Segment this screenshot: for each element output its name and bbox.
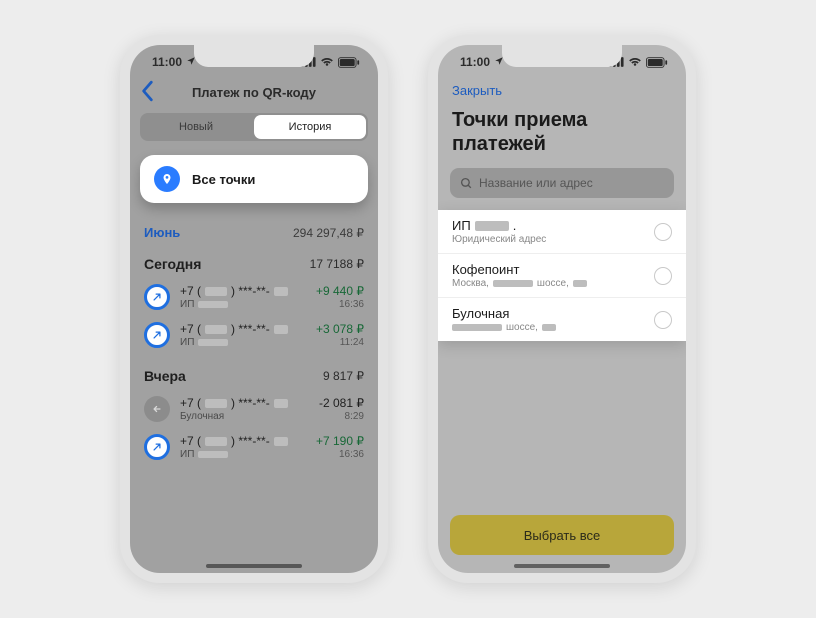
notch [194, 45, 314, 67]
group-name: Вчера [144, 368, 186, 384]
home-indicator[interactable] [514, 564, 610, 568]
group-total: 9 817 ₽ [323, 369, 364, 383]
tab-history[interactable]: История [254, 115, 366, 139]
option-row[interactable]: Кофепоинт Москва,шоссе, [438, 254, 686, 298]
txn-source: ИП [180, 299, 306, 310]
month-name[interactable]: Июнь [144, 225, 180, 240]
battery-icon [646, 57, 668, 68]
search-input[interactable]: Название или адрес [450, 168, 674, 198]
txn-phone: +7 () ***-**- [180, 434, 306, 448]
search-icon [460, 177, 473, 190]
status-time: 11:00 [460, 55, 490, 69]
arrow-up-icon [144, 322, 170, 348]
back-chevron-icon[interactable] [140, 80, 156, 107]
txn-amount: +7 190 ₽ [316, 434, 364, 448]
txn-amount: +3 078 ₽ [316, 322, 364, 336]
segmented-control[interactable]: Новый История [140, 113, 368, 141]
group-name: Сегодня [144, 256, 201, 272]
txn-source: ИП [180, 449, 306, 460]
arrow-up-icon [144, 284, 170, 310]
month-row[interactable]: Июнь 294 297,48 ₽ [130, 217, 378, 242]
transaction-row[interactable]: +7 () ***-**- ИП +9 440 ₽ 16:36 [130, 278, 378, 316]
close-link[interactable]: Закрыть [438, 79, 686, 102]
wifi-icon [320, 57, 334, 67]
option-subtitle: Москва,шоссе, [452, 278, 587, 289]
option-row[interactable]: Булочная шоссе, [438, 298, 686, 341]
group-total: 17 7188 ₽ [310, 257, 364, 271]
pin-icon [154, 166, 180, 192]
txn-source: Булочная [180, 411, 309, 422]
transaction-row[interactable]: +7 () ***-**- ИП +7 190 ₽ 16:36 [130, 428, 378, 466]
all-points-label: Все точки [192, 172, 255, 187]
option-row[interactable]: ИП. Юридический адрес [438, 210, 686, 254]
screen-right: 11:00 Закрыть Точки приема платежей Назв… [438, 45, 686, 573]
screen-left: 11:00 Платеж по QR-коду Новый История [130, 45, 378, 573]
phone-left: 11:00 Платеж по QR-коду Новый История [120, 35, 388, 583]
transaction-row[interactable]: +7 () ***-**- ИП +3 078 ₽ 11:24 [130, 316, 378, 354]
group-header: Сегодня 17 7188 ₽ [130, 242, 378, 278]
home-indicator[interactable] [206, 564, 302, 568]
option-subtitle: Юридический адрес [452, 234, 546, 245]
transaction-row[interactable]: +7 () ***-**- Булочная -2 081 ₽ 8:29 [130, 390, 378, 428]
txn-phone: +7 () ***-**- [180, 322, 306, 336]
txn-time: 16:36 [316, 449, 364, 460]
tab-new[interactable]: Новый [140, 113, 252, 141]
options-list: ИП. Юридический адрес Кофепоинт Москва,ш… [438, 210, 686, 341]
arrow-up-icon [144, 434, 170, 460]
phone-right: 11:00 Закрыть Точки приема платежей Назв… [428, 35, 696, 583]
txn-time: 11:24 [316, 337, 364, 348]
option-subtitle: шоссе, [452, 322, 556, 333]
notch [502, 45, 622, 67]
txn-phone: +7 () ***-**- [180, 284, 306, 298]
nav-bar: Платеж по QR-коду [130, 77, 378, 107]
option-title: Булочная [452, 306, 556, 321]
radio-icon[interactable] [654, 267, 672, 285]
txn-source: ИП [180, 337, 306, 348]
option-title: ИП. [452, 218, 546, 233]
page-title: Платеж по QR-коду [192, 85, 316, 100]
battery-icon [338, 57, 360, 68]
radio-icon[interactable] [654, 223, 672, 241]
txn-time: 16:36 [316, 299, 364, 310]
search-placeholder: Название или адрес [479, 176, 593, 190]
status-time: 11:00 [152, 55, 182, 69]
arrow-left-icon [144, 396, 170, 422]
group-header: Вчера 9 817 ₽ [130, 354, 378, 390]
select-all-button[interactable]: Выбрать все [450, 515, 674, 555]
txn-phone: +7 () ***-**- [180, 396, 309, 410]
page-title: Точки приема платежей [438, 102, 686, 168]
radio-icon[interactable] [654, 311, 672, 329]
wifi-icon [628, 57, 642, 67]
all-points-card[interactable]: Все точки [140, 155, 368, 203]
txn-time: 8:29 [319, 411, 364, 422]
option-title: Кофепоинт [452, 262, 587, 277]
txn-amount: -2 081 ₽ [319, 396, 364, 410]
month-total: 294 297,48 ₽ [293, 226, 364, 240]
txn-amount: +9 440 ₽ [316, 284, 364, 298]
